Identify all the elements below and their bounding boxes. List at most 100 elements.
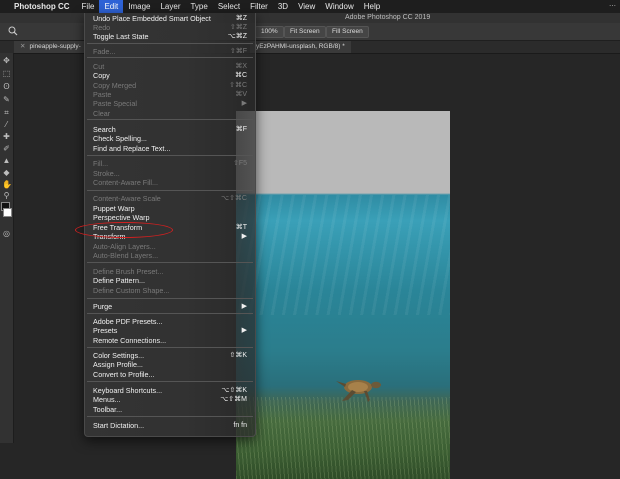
menu-separator (87, 262, 253, 263)
menu-item-label: Transform (93, 232, 126, 241)
menu-item-menus[interactable]: Menus... ⌥⇧⌘M (85, 395, 255, 405)
menu-item-label: Remote Connections... (93, 336, 167, 345)
menu-item-label: Assign Profile... (93, 360, 143, 369)
menu-item-label: Toggle Last State (93, 32, 149, 41)
lasso-icon[interactable]: ʘ (2, 82, 11, 91)
document-tab-continued[interactable]: yEzPAHMI-unsplash, RGB/8) * (250, 41, 351, 53)
move-icon[interactable]: ✥ (2, 56, 11, 65)
menu-item-transform[interactable]: Transform ▶ (85, 232, 255, 242)
status-extras-icon: ⋯ (609, 3, 616, 10)
menu-item-shortcut: ⌥⌘Z (227, 33, 247, 40)
menu-separator (87, 381, 253, 382)
document-image[interactable] (236, 111, 450, 479)
menu-item-purge[interactable]: Purge ▶ (85, 302, 255, 312)
menu-item-label: Auto-Blend Layers... (93, 251, 159, 260)
submenu-arrow-icon: ▶ (241, 303, 247, 310)
zoom-tool-icon[interactable]: ⚲ (2, 191, 11, 200)
menu-item-presets[interactable]: Presets ▶ (85, 326, 255, 336)
menu-item-clear: Clear (85, 109, 255, 119)
menu-item-check-spelling[interactable]: Check Spelling... (85, 134, 255, 144)
fit-screen-button[interactable]: Fit Screen (284, 26, 326, 38)
menu-item-label: Define Custom Shape... (93, 286, 170, 295)
close-icon[interactable]: ✕ (20, 43, 25, 50)
crop-icon[interactable]: ⌗ (2, 108, 11, 117)
background-color-swatch[interactable] (3, 208, 12, 217)
menu-separator (87, 119, 253, 120)
menu-item-shortcut: ⇧⌘F (229, 48, 247, 55)
menu-item-shortcut: ⇧F5 (232, 160, 247, 167)
seagrass (236, 397, 450, 479)
menu-item-toggle-last-state[interactable]: Toggle Last State ⌥⌘Z (85, 32, 255, 42)
menu-item-content-aware-scale: Content-Aware Scale ⌥⇧⌘C (85, 194, 255, 204)
eyedropper-icon[interactable]: ⁄ (2, 120, 11, 129)
menu-item-start-dictation[interactable]: Start Dictation... fn fn (85, 421, 255, 431)
edit-menu: Undo Place Embedded Smart Object ⌘Z Redo ⇧⌘… (84, 13, 256, 437)
menu-type[interactable]: Type (185, 0, 212, 13)
stamp-icon[interactable]: ▲ (2, 156, 11, 165)
menu-separator (87, 347, 253, 348)
menu-item-label: Content-Aware Fill... (93, 178, 158, 187)
sea-turtle (336, 380, 381, 402)
app-name[interactable]: Photoshop CC (14, 2, 77, 11)
menu-file[interactable]: File (77, 0, 100, 13)
menu-item-assign-profile[interactable]: Assign Profile... (85, 360, 255, 370)
menu-item-remote-connections[interactable]: Remote Connections... (85, 336, 255, 346)
menu-item-label: Clear (93, 109, 111, 118)
submenu-arrow-icon: ▶ (241, 327, 247, 334)
menu-item-label: Define Pattern... (93, 276, 145, 285)
menu-item-perspective-warp[interactable]: Perspective Warp (85, 213, 255, 223)
menu-item-fade: Fade... ⇧⌘F (85, 47, 255, 57)
menu-item-label: Paste Special (93, 99, 137, 108)
menu-layer[interactable]: Layer (155, 0, 185, 13)
menu-3d[interactable]: 3D (273, 0, 293, 13)
menu-image[interactable]: Image (123, 0, 155, 13)
menu-separator (87, 57, 253, 58)
quick-select-icon[interactable]: ✎ (2, 95, 11, 104)
menu-item-label: Convert to Profile... (93, 370, 155, 379)
menu-bar: Photoshop CC File Edit Image Layer Type … (0, 0, 620, 13)
zoom-icon[interactable] (8, 26, 18, 36)
menu-item-fill: Fill... ⇧F5 (85, 159, 255, 169)
menu-filter[interactable]: Filter (245, 0, 273, 13)
menu-item-find-and-replace-text[interactable]: Find and Replace Text... (85, 144, 255, 154)
menu-edit[interactable]: Edit (99, 0, 124, 13)
zoom-100-button[interactable]: 100% (255, 26, 284, 38)
menu-item-copy[interactable]: Copy ⌘C (85, 71, 255, 81)
menu-item-toolbar[interactable]: Toolbar... (85, 405, 255, 415)
light-rays (236, 195, 450, 315)
healing-icon[interactable]: ✚ (2, 132, 11, 141)
menu-item-shortcut: fn fn (233, 422, 247, 429)
tab-label: pineapple-supply- (29, 43, 81, 50)
menu-item-shortcut: ⌘C (234, 72, 247, 79)
marquee-icon[interactable]: ⬚ (2, 69, 11, 78)
tools-panel: ✥ ⬚ ʘ ✎ ⌗ ⁄ ✚ ✐ ▲ ◆ ✋ ⚲ ◎ (0, 53, 14, 443)
menu-item-label: Start Dictation... (93, 421, 145, 430)
menu-window[interactable]: Window (320, 0, 358, 13)
tab-label-rest: yEzPAHMI-unsplash, RGB/8) * (256, 43, 345, 50)
menu-separator (87, 43, 253, 44)
menu-item-paste-special: Paste Special ▶ (85, 99, 255, 109)
eraser-icon[interactable]: ◆ (2, 168, 11, 177)
menu-separator (87, 190, 253, 191)
hand-icon[interactable]: ✋ (2, 180, 12, 189)
document-tab[interactable]: ✕ pineapple-supply- (14, 41, 87, 53)
submenu-arrow-icon: ▶ (241, 100, 247, 107)
menu-item-define-custom-shape: Define Custom Shape... (85, 286, 255, 296)
menu-item-label: Check Spelling... (93, 134, 147, 143)
menu-help[interactable]: Help (359, 0, 385, 13)
menu-item-convert-to-profile[interactable]: Convert to Profile... (85, 370, 255, 380)
menu-select[interactable]: Select (213, 0, 245, 13)
brush-icon[interactable]: ✐ (2, 144, 11, 153)
menu-item-label: Copy (93, 71, 110, 80)
menu-separator (87, 313, 253, 314)
fill-screen-button[interactable]: Fill Screen (326, 26, 369, 38)
menu-separator (87, 416, 253, 417)
quick-mask-icon[interactable]: ◎ (2, 229, 11, 238)
menu-item-define-pattern[interactable]: Define Pattern... (85, 276, 255, 286)
submenu-arrow-icon: ▶ (241, 233, 247, 240)
menu-view[interactable]: View (293, 0, 320, 13)
menu-item-shortcut: ⌥⇧⌘M (220, 396, 247, 403)
menu-item-shortcut: ⌥⇧⌘C (221, 195, 247, 202)
menu-item-label: Fade... (93, 47, 116, 56)
window-title: Adobe Photoshop CC 2019 (345, 14, 431, 21)
